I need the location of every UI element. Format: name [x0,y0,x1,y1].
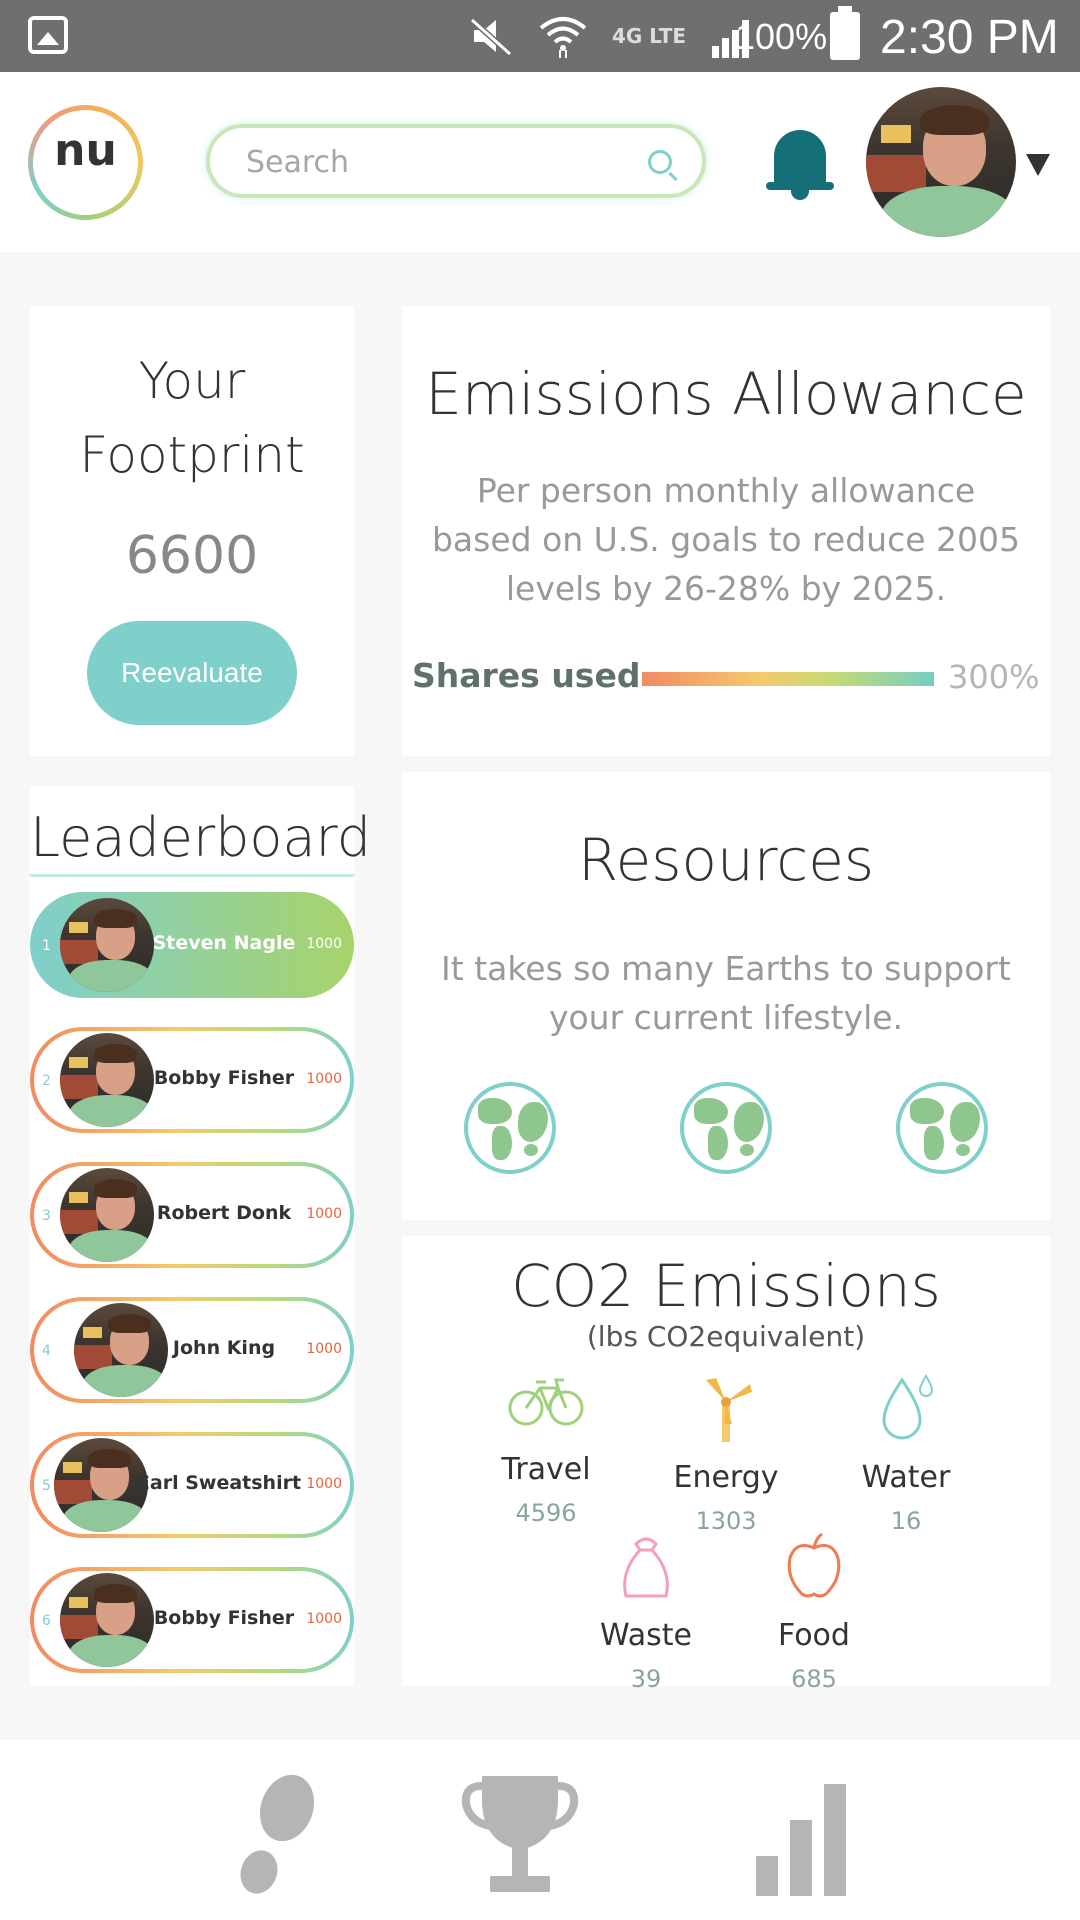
resources-description: It takes so many Earths to support your … [441,949,1011,1037]
shares-used-label: Shares used [412,656,641,695]
leaderboard-card: Leaderboard 1 Steven Nagle 1000 2 Bobby … [30,786,372,1686]
earth-icon [896,1082,988,1174]
co2-category-water[interactable]: Water 16 [836,1374,976,1535]
co2-category-label: Waste [600,1618,692,1653]
emissions-title: Emissions Allowance [425,360,1027,428]
avatar [60,898,154,992]
resources-title: Resources [577,826,875,894]
chevron-down-icon[interactable] [1026,154,1050,176]
status-bar: 4G LTE 100% 2:30 PM [0,0,1080,72]
avatar [60,1573,154,1667]
bell-icon[interactable] [766,126,836,204]
search-input[interactable] [246,142,626,182]
logo-text: nu [54,125,117,176]
battery-percent: 100% [735,16,828,57]
footprint-value: 6600 [125,526,259,586]
emissions-description: Per person monthly allowance based on U.… [431,471,1021,608]
leaderboard-rank: 3 [42,1208,51,1224]
avatar [60,1168,154,1262]
co2-category-label: Food [778,1618,850,1653]
resources-card: Resources It takes so many Earths to sup… [402,772,1050,1220]
wifi-icon [539,17,587,58]
co2-category-waste[interactable]: Waste 39 [576,1532,716,1693]
avatar [60,1033,154,1127]
leaderboard-name: Robert Donk [156,1202,292,1224]
co2-category-travel[interactable]: Travel 4596 [476,1366,616,1527]
trophy-icon[interactable] [460,1770,580,1900]
co2-emissions-card: CO2 Emissions (lbs CO2equivalent) Travel… [402,1236,1050,1693]
leaderboard-score: 1000 [306,1476,342,1492]
co2-category-value: 16 [890,1507,922,1535]
reevaluate-button[interactable]: Reevaluate [87,621,297,725]
leaderboard-name: Bobby Fisher [153,1607,295,1629]
lte-icon: 4G LTE [612,24,687,48]
leaderboard-score: 1000 [306,1206,342,1222]
wind-turbine-icon [706,1378,752,1442]
co2-category-energy[interactable]: Energy 1303 [656,1374,796,1535]
co2-category-label: Water [861,1460,951,1495]
co2-category-value: 685 [791,1665,837,1693]
bicycle-icon [508,1378,584,1426]
leaderboard-score: 1000 [306,936,342,952]
co2-subtitle: (lbs CO2equivalent) [586,1320,866,1353]
app-logo[interactable]: nu [28,105,143,220]
water-drop-icon [882,1374,934,1440]
co2-category-value: 39 [630,1665,662,1693]
shares-used-value: 300% [948,658,1040,696]
leaderboard-rank: 2 [42,1073,51,1089]
profile-avatar[interactable] [866,87,1016,237]
bottom-navigation [0,1740,1080,1920]
leaderboard-row[interactable]: 4 John King 1000 [30,1297,354,1403]
co2-category-label: Travel [501,1452,591,1487]
search-bar[interactable] [206,124,706,198]
earth-icon [464,1082,556,1174]
clock: 2:30 PM [880,11,1059,64]
co2-category-value: 1303 [695,1507,757,1535]
leaderboard-name: Earl Sweatshirt [136,1472,302,1494]
mute-icon [469,17,513,56]
leaderboard-divider [30,874,354,877]
co2-category-food[interactable]: Food 685 [744,1532,884,1693]
leaderboard-row[interactable]: 3 Robert Donk 1000 [30,1162,354,1268]
earth-icon [680,1082,772,1174]
leaderboard-row[interactable]: 5 Earl Sweatshirt 1000 [30,1432,354,1538]
leaderboard-name: Steven Nagle [152,932,296,954]
app-header: nu [0,72,1080,252]
leaderboard-rank: 5 [42,1478,51,1494]
leaderboard-rank: 4 [42,1343,51,1359]
co2-category-value: 4596 [515,1499,577,1527]
co2-category-label: Energy [673,1460,779,1495]
gallery-icon [28,16,68,54]
leaderboard-row[interactable]: 1 Steven Nagle 1000 [30,892,354,998]
battery-icon [830,6,860,60]
footprint-icon[interactable] [215,1770,335,1900]
leaderboard-name: John King [172,1337,276,1359]
leaderboard-name: Bobby Fisher [153,1067,295,1089]
leaderboard-score: 1000 [306,1341,342,1357]
shares-used-bar [642,672,934,686]
footprint-card: Your Footprint 6600 Reevaluate [30,306,354,756]
bar-chart-icon[interactable] [740,1770,860,1900]
footprint-title: Your Footprint [79,352,305,484]
leaderboard-score: 1000 [306,1611,342,1627]
trash-bag-icon [623,1537,669,1598]
co2-title: CO2 Emissions [511,1252,941,1320]
search-icon[interactable] [648,150,672,174]
leaderboard-row[interactable]: 2 Bobby Fisher 1000 [30,1027,354,1133]
leaderboard-title: Leaderboard [30,806,372,869]
leaderboard-score: 1000 [306,1071,342,1087]
emissions-allowance-card: Emissions Allowance Per person monthly a… [402,306,1050,756]
leaderboard-rank: 6 [42,1613,51,1629]
leaderboard-rank: 1 [42,938,51,954]
leaderboard-row[interactable]: 6 Bobby Fisher 1000 [30,1567,354,1673]
apple-icon [787,1532,841,1598]
